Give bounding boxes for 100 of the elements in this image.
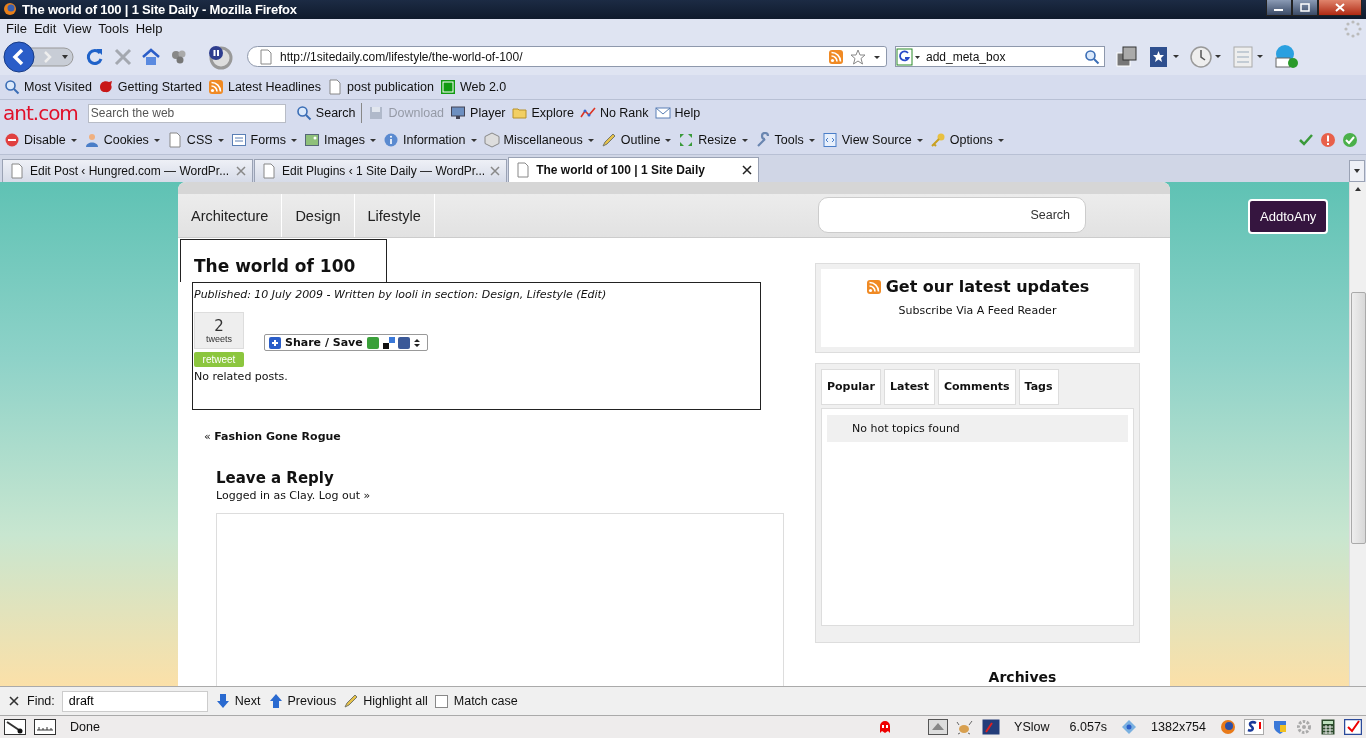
toolbar-button[interactable]: Search [295,105,356,122]
category-link[interactable]: Architecture [178,194,283,238]
addtoany-button[interactable]: AddtoAny [1248,199,1329,235]
url-field[interactable]: http://1sitedaily.com/lifestyle/the-world-of-100/ [247,46,887,68]
logged-in-text: Logged in as Clay. Log out » [216,489,372,503]
yslow-label[interactable]: YSlow [1014,720,1050,734]
search-engine-field[interactable]: add_meta_box [895,46,1105,68]
windows-icon[interactable] [1115,44,1139,69]
previous-post-link[interactable]: « Fashion Gone Rogue [204,430,780,444]
bookmark-star-icon[interactable] [1147,44,1181,69]
toolbar-menu-button[interactable]: CSS [166,132,225,149]
s-badge-icon[interactable] [1244,719,1264,735]
widget-tab[interactable]: Comments [937,369,1016,406]
checked-box-icon[interactable] [1344,719,1362,735]
browser-tab[interactable]: Edit Post ‹ Hungred.com — WordPr... [2,159,253,183]
monitor-icon [450,105,467,122]
letter-g-icon[interactable] [896,46,922,67]
bookmark-item[interactable]: Latest Headlines [207,78,322,95]
diamond-icon[interactable] [1121,719,1138,735]
clock-icon[interactable] [1189,44,1223,69]
widget-tab[interactable]: Latest [883,369,935,406]
back-forward-control[interactable] [3,40,77,73]
menu-item[interactable]: File [5,21,33,37]
shield-icon[interactable] [1272,719,1288,735]
star-icon[interactable] [850,48,866,65]
site-search-field[interactable]: Search [818,196,1086,233]
scrollbar-thumb[interactable] [1350,292,1366,545]
toolbar-menu-button[interactable]: View Source [821,132,924,149]
log-out-link[interactable]: Log out » [318,489,371,503]
category-link[interactable]: Lifestyle [354,194,435,238]
ghost-icon[interactable] [878,720,893,734]
find-label: Find: [27,694,55,709]
pause-icon[interactable] [207,43,233,70]
caret-icon [915,136,924,145]
scroll-up-icon[interactable] [1354,186,1362,193]
toolbar-menu-button[interactable]: Cookies [83,132,161,149]
browser-tab[interactable]: Edit Plugins ‹ 1 Site Daily — WordPr... [254,159,508,183]
fox-globe-icon[interactable] [1220,719,1236,735]
share-icons-drawing [366,336,423,349]
toolbar-menu-button[interactable]: Tools [754,132,816,149]
image-frame-icon[interactable] [928,719,949,735]
match-case-checkbox[interactable]: Match case [434,694,518,709]
comment-field[interactable] [216,513,784,687]
warning-icon[interactable] [1320,132,1336,149]
toolbar-menu-button[interactable]: Information [383,132,478,149]
close-button[interactable] [1318,0,1362,16]
caret-icon [807,136,816,145]
find-field[interactable]: draft [61,690,208,712]
menu-item[interactable]: Tools [97,21,135,37]
menu-item[interactable]: Edit [32,21,63,37]
search-icon [295,105,312,122]
toolbar-menu-button[interactable]: Options [929,132,1005,149]
widget-tab[interactable]: Popular [821,369,881,406]
toolbar-menu-button[interactable]: Images [304,132,377,149]
widget-tab[interactable]: Tags [1018,369,1059,406]
toolbar-menu-button[interactable]: Resize [678,132,749,149]
bug-icon[interactable] [956,719,975,735]
bookmark-item[interactable]: post publication [327,78,434,95]
page-icon [327,78,344,95]
find-button[interactable]: Next [214,693,261,710]
minimize-button[interactable] [1266,0,1292,16]
form-icon [230,132,247,149]
home-icon[interactable] [141,46,161,67]
web-search-field[interactable]: Search the web [87,103,286,123]
category-link[interactable]: Design [282,194,355,238]
find-button[interactable]: Highlight all [343,693,428,710]
maximize-button[interactable] [1292,0,1318,16]
bookmark-item[interactable]: Getting Started [97,78,202,95]
bookmark-item[interactable]: Web 2.0 [439,78,507,95]
menu-item[interactable]: Help [134,21,169,37]
close-icon[interactable] [742,165,753,176]
logo-text[interactable]: ant.com [3,101,78,126]
browser-tab[interactable]: The world of 100 | 1 Site Daily [508,157,760,183]
calculator-icon[interactable] [1320,719,1336,735]
pointer-icon[interactable] [4,719,26,735]
tab-list-button[interactable] [1349,160,1365,183]
plus-icon [269,336,281,349]
gauge-icon[interactable] [982,719,1001,735]
toolbar-button[interactable]: Player [450,105,506,122]
toolbar-menu-button[interactable]: Miscellaneous [483,132,595,149]
share-save-button[interactable]: Share / Save [264,334,428,352]
subscribe-link[interactable]: Subscribe Via A Feed Reader [898,304,1057,318]
toolbar-button[interactable]: Help [654,105,701,122]
find-button[interactable]: Previous [267,693,337,710]
search-button[interactable]: Search [1030,207,1070,222]
scrollbar[interactable] [1349,182,1366,687]
phone-bubble-icon[interactable] [1273,43,1299,70]
arrow-down-icon [214,693,231,710]
menu-item[interactable]: View [62,21,98,37]
ruler-icon[interactable] [34,719,56,735]
toolbar-menu-button[interactable]: Disable [4,132,78,149]
toolbar-menu-button[interactable]: Forms [230,132,298,149]
toolbar-button[interactable]: No Rank [579,105,649,122]
reload-icon[interactable] [85,46,105,67]
toolbar-menu-button[interactable]: Outline [600,132,673,149]
toolbar-button[interactable]: Explore [511,105,574,122]
caret-icon [740,136,749,145]
check-circle-icon[interactable] [1342,132,1358,149]
bookmark-item[interactable]: Most Visited [4,78,92,95]
close-icon[interactable] [8,695,20,708]
